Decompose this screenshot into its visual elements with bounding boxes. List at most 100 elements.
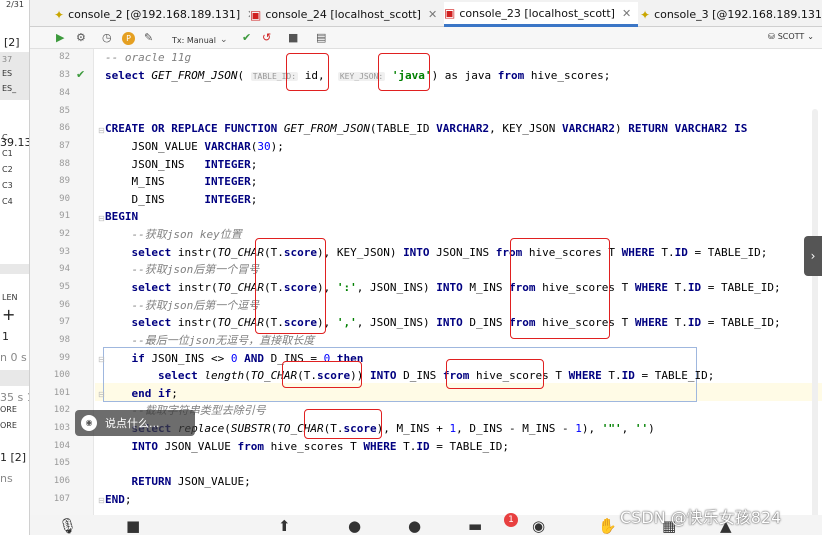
line-number: 93: [59, 247, 70, 257]
invite-icon[interactable]: ●: [348, 517, 361, 535]
code-comment: --获取json key位置: [131, 228, 242, 241]
line-number: 90: [59, 194, 70, 204]
stop-icon[interactable]: ■: [288, 30, 298, 46]
left-fragment: C3: [2, 181, 13, 190]
chat-icon[interactable]: ▬: [468, 517, 482, 535]
schema-selector[interactable]: ⛁ SCOTT ⌄: [768, 32, 814, 41]
vertical-scrollbar[interactable]: [812, 109, 818, 515]
code-line-91: BEGIN: [105, 210, 139, 223]
code-comment: --获取json后第一个逗号: [131, 299, 260, 312]
annotation-box: [286, 53, 329, 91]
left-fragment: 37: [2, 55, 13, 64]
profile-icon[interactable]: P: [122, 32, 135, 45]
line-number: 107: [53, 494, 70, 504]
annotation-box: [378, 53, 430, 91]
check-icon: ✔: [76, 68, 86, 81]
line-number: 85: [59, 106, 70, 116]
tx-mode-dropdown[interactable]: Tx: Manual: [172, 33, 216, 49]
tab-console-3[interactable]: ✦ console_3 [@192.168.189.131]: [640, 2, 822, 27]
code-comment: -- oracle 11g: [105, 51, 192, 64]
add-icon[interactable]: +: [2, 305, 15, 324]
oracle-icon: ▣: [250, 7, 262, 22]
code-line-86: CREATE OR REPLACE FUNCTION GET_FROM_JSON…: [105, 122, 748, 135]
raise-hand-icon[interactable]: ✋: [598, 517, 617, 535]
fold-marker-icon[interactable]: ⊟: [98, 355, 105, 364]
line-number: 91: [59, 211, 70, 221]
code-line-95: select instr(TO_CHAR(T.score), ':', JSON…: [131, 281, 781, 294]
editor-toolbar: ▶ ⚙ ◷ P ✎ Tx: Manual ⌄ ✔ ↺ ■ ▤ ⛁ SCOTT ⌄: [30, 27, 822, 49]
code-line-100: select length(TO_CHAR(T.score)) INTO D_I…: [157, 369, 715, 382]
line-number: 101: [53, 388, 70, 398]
fold-marker-icon[interactable]: ⊟: [98, 126, 105, 135]
camera-icon[interactable]: ■: [126, 517, 140, 535]
left-fragment: ns: [0, 472, 13, 485]
code-line-94: --获取json后第一个冒号: [105, 261, 260, 278]
chevron-down-icon[interactable]: ⌄: [220, 32, 228, 48]
left-fragment: 2/31: [6, 0, 24, 9]
code-line-104: INTO JSON_VALUE from hive_scores T WHERE…: [131, 440, 510, 453]
settings-icon[interactable]: ✎: [144, 30, 153, 46]
annotation-box: [255, 238, 326, 334]
tab-label: console_3 [@192.168.189.131]: [654, 8, 822, 21]
commit-icon[interactable]: ✔: [242, 30, 251, 46]
left-selection-band: [0, 370, 29, 386]
code-line-88: JSON_INS INTEGER;: [105, 158, 258, 171]
run-icon[interactable]: ▶: [56, 30, 64, 46]
chevron-down-icon: ⌄: [807, 32, 814, 41]
code-line-106: RETURN JSON_VALUE;: [131, 475, 251, 488]
table-icon[interactable]: ▤: [316, 30, 326, 46]
annotation-box: [282, 361, 362, 388]
line-number: 102: [53, 405, 70, 415]
participants-icon[interactable]: ●: [408, 517, 421, 535]
left-fragment: C4: [2, 197, 13, 206]
line-number: 84: [59, 88, 70, 98]
fold-marker-icon[interactable]: ⊟: [98, 214, 105, 223]
close-icon[interactable]: ✕: [428, 8, 437, 21]
ide-window: ✦ console_2 [@192.168.189.131] ✕ ▣ conso…: [30, 0, 822, 535]
code-line-92: --获取json key位置: [105, 226, 242, 243]
record-icon[interactable]: ◉: [532, 517, 545, 535]
rollback-icon[interactable]: ↺: [262, 30, 271, 46]
chat-icon: ◉: [81, 415, 97, 431]
notification-badge: 1: [504, 513, 518, 527]
tab-console-2[interactable]: ✦ console_2 [@192.168.189.131] ✕: [54, 2, 250, 27]
tab-label: console_23 [localhost_scott]: [459, 6, 615, 20]
close-icon[interactable]: ✕: [622, 7, 631, 20]
fold-marker-icon[interactable]: ⊟: [98, 496, 105, 505]
chat-placeholder: 说点什么...: [105, 417, 160, 430]
schema-label: SCOTT: [777, 32, 805, 41]
line-number: 92: [59, 229, 70, 239]
code-line-83: select GET_FROM_JSON( TABLE_ID: id, KEY_…: [105, 69, 611, 82]
left-divider-band: [0, 264, 29, 274]
watermark: CSDN @快乐女孩824: [620, 508, 782, 527]
line-number: 83: [59, 70, 70, 80]
fold-marker-icon[interactable]: ⊟: [98, 390, 105, 399]
code-line-107: END;: [105, 493, 132, 506]
expand-panel-button[interactable]: ›: [804, 236, 822, 276]
line-number: 96: [59, 300, 70, 310]
tab-label: console_24 [localhost_scott]: [265, 8, 421, 21]
share-screen-icon[interactable]: ⬆: [278, 517, 291, 535]
database-icon: ⛁: [768, 32, 775, 41]
line-number: 97: [59, 317, 70, 327]
left-background-panel: 2/31 [2] 37 ES ES_ 39.130 C C1 C2 C3 C4 …: [0, 0, 30, 535]
code-editor[interactable]: 82 83 84 85 86 87 88 89 90 91 92 93 94 9…: [30, 49, 822, 515]
chat-input-overlay[interactable]: ◉ 说点什么...: [75, 410, 195, 436]
line-number: 94: [59, 264, 70, 274]
code-line-87: JSON_VALUE VARCHAR(30);: [105, 140, 284, 153]
hive-icon: ✦: [640, 7, 651, 22]
line-number: 88: [59, 159, 70, 169]
annotation-box: [510, 238, 610, 339]
line-number: 89: [59, 176, 70, 186]
debug-icon[interactable]: ⚙: [76, 30, 86, 46]
line-number: 106: [53, 476, 70, 486]
left-fragment: ORE: [0, 405, 17, 414]
tab-console-24[interactable]: ▣ console_24 [localhost_scott] ✕: [250, 2, 440, 27]
tab-console-23[interactable]: ▣ console_23 [localhost_scott] ✕: [444, 2, 638, 27]
microphone-icon[interactable]: 🎙: [58, 517, 77, 535]
line-number: 82: [59, 52, 70, 62]
history-icon[interactable]: ◷: [102, 30, 112, 46]
left-fragment: 35 s 1: [0, 391, 29, 404]
line-number: 100: [53, 370, 70, 380]
code-line-93: select instr(TO_CHAR(T.score), KEY_JSON)…: [131, 246, 768, 259]
